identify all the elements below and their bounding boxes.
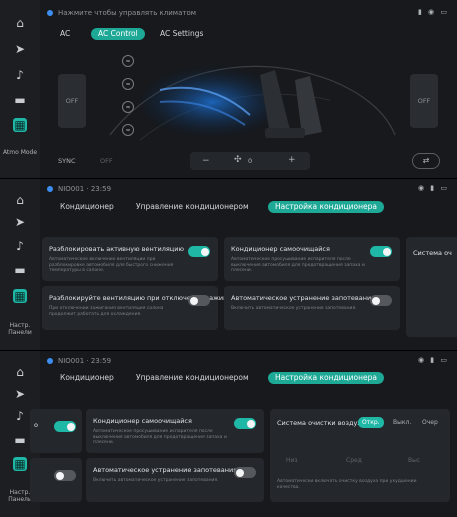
music-icon[interactable]: ♪ [13, 239, 27, 253]
airflow-button[interactable]: ≈ [122, 101, 134, 113]
setting-self-cleaning: Кондиционер самоочищайся Автоматическое … [224, 237, 400, 281]
ignition-off-ventilation-toggle[interactable] [188, 295, 210, 306]
left-temperature[interactable]: OFF [58, 74, 86, 128]
tab-ac-control[interactable]: Управление кондиционером [136, 372, 249, 384]
status-dot [47, 186, 53, 192]
music-icon[interactable]: ♪ [13, 68, 27, 82]
unlock-ventilation-toggle[interactable] [188, 246, 210, 257]
navigation-icon[interactable]: ➤ [13, 387, 27, 401]
fan-increase-button[interactable]: + [288, 155, 296, 165]
setting-title: Кондиционер самоочищайся [93, 417, 192, 425]
navigation-icon[interactable]: ➤ [13, 42, 27, 56]
setting-air-purification: Система очистки воздуха Откр. Выкл. Очер… [270, 409, 450, 502]
purify-level-medium[interactable]: Сред [342, 455, 366, 466]
setting-auto-defog: Автоматическое устранение запотевания Вк… [224, 286, 400, 330]
purify-level-low[interactable]: Низ [282, 455, 302, 466]
auto-defog-toggle[interactable] [234, 467, 256, 478]
tab-ac-control[interactable]: Управление кондиционером [136, 201, 249, 213]
purify-level-high[interactable]: Выс [404, 455, 424, 466]
setting-title: o [34, 421, 38, 429]
fan-icon: ✣ [234, 155, 242, 165]
apps-icon[interactable]: ▦ [13, 118, 27, 132]
setting-title: Автоматическое устранение запотевания [231, 294, 376, 302]
sidebar: ⌂ ➤ ♪ ▬ ▦ Настр. Панели [0, 179, 40, 350]
setting-description: Автоматическое просушивание испарителя п… [93, 429, 227, 445]
status-icons: ◉ ▮ ▭ [417, 184, 449, 192]
setting-description: При отключении зажигания вентиляция сало… [49, 306, 164, 317]
setting-air-purification: Система оч [406, 237, 457, 337]
setting-description: Автоматическое включение вентиляции при … [49, 257, 174, 273]
navigation-icon[interactable]: ➤ [13, 215, 27, 229]
ignition-off-ventilation-toggle[interactable] [54, 470, 76, 481]
tab-ac[interactable]: Кондиционер [60, 201, 114, 213]
power-off-button[interactable]: OFF [100, 157, 113, 165]
tab-ac[interactable]: AC [60, 28, 70, 40]
fan-speed-value: 0 [248, 157, 253, 165]
home-icon[interactable]: ⌂ [13, 193, 27, 207]
setting-ignition-off-partial [30, 458, 82, 502]
music-icon[interactable]: ♪ [13, 409, 27, 423]
home-icon[interactable]: ⌂ [13, 16, 27, 30]
self-cleaning-toggle[interactable] [370, 246, 392, 257]
setting-description: Автоматически включать очистку воздуха п… [277, 479, 417, 490]
sync-button[interactable]: SYNC [58, 157, 76, 165]
status-dot [47, 10, 53, 16]
setting-unlock-ventilation: Разблокировать активную вентиляцию Автом… [42, 237, 218, 281]
status-title[interactable]: Нажмите чтобы управлять климатом [58, 9, 196, 17]
setting-description: Включить автоматическое устранение запот… [231, 306, 357, 311]
setting-unlock-ventilation-partial: o [30, 409, 82, 453]
setting-description: Включить автоматическое устранение запот… [93, 478, 219, 483]
status-title: NIO001 · 23:59 [58, 357, 112, 365]
ac-settings-screen: ⌂ ➤ ♪ ▬ ▦ Настр. Панели NIO001 · 23:59 ◉… [0, 179, 457, 350]
setting-auto-defog: Автоматическое устранение запотевания Вк… [86, 458, 264, 502]
sidebar: ⌂ ➤ ♪ ▬ ▦ Atmo Mode [0, 0, 40, 178]
apps-icon[interactable]: ▦ [13, 289, 27, 303]
tab-ac[interactable]: Кондиционер [60, 372, 114, 384]
setting-title: Разблокировать активную вентиляцию [49, 245, 184, 253]
seat-heat-button[interactable]: ≈ [122, 55, 134, 67]
car-icon[interactable]: ▬ [13, 263, 27, 277]
tab-ac-settings[interactable]: AC Settings [160, 28, 203, 40]
defrost-button[interactable]: ≈ [122, 124, 134, 136]
setting-title: Автоматическое устранение запотевания [93, 466, 238, 474]
sidebar-label: Atmo Mode [2, 149, 38, 156]
fan-decrease-button[interactable]: − [202, 156, 210, 166]
setting-self-cleaning: Кондиционер самоочищайся Автоматическое … [86, 409, 264, 453]
status-icons: ◉ ▮ ▭ [417, 356, 449, 364]
self-cleaning-toggle[interactable] [234, 418, 256, 429]
car-interior-illustration [109, 64, 396, 141]
car-icon[interactable]: ▬ [13, 433, 27, 447]
purify-option-on[interactable]: Откр. [358, 417, 384, 428]
setting-ignition-off-ventilation: Разблокируйте вентиляцию при отключении … [42, 286, 229, 330]
home-icon[interactable]: ⌂ [13, 365, 27, 379]
apps-icon[interactable]: ▦ [13, 457, 27, 471]
seat-ventilation-button[interactable]: ≈ [122, 78, 134, 90]
setting-description: Автоматическое просушивание испарителя п… [231, 257, 365, 273]
car-icon[interactable]: ▬ [13, 93, 27, 107]
right-temperature[interactable]: OFF [410, 74, 438, 128]
recirculation-icon[interactable]: ⇄ [412, 153, 440, 169]
status-dot [47, 358, 53, 364]
auto-defog-toggle[interactable] [370, 295, 392, 306]
setting-title: Система очистки воздуха [277, 419, 366, 427]
ac-control-screen: ⌂ ➤ ♪ ▬ ▦ Atmo Mode Нажмите чтобы управл… [0, 0, 457, 178]
unlock-ventilation-toggle[interactable] [54, 421, 76, 432]
sidebar-label: Настр. Панели [8, 322, 32, 336]
purify-option-clean[interactable]: Очер [418, 417, 442, 428]
tab-ac-settings[interactable]: Настройка кондиционера [268, 201, 384, 213]
tab-ac-control[interactable]: AC Control [91, 28, 145, 40]
purify-option-off[interactable]: Выкл. [389, 417, 415, 428]
tab-ac-settings[interactable]: Настройка кондиционера [268, 372, 384, 384]
fan-speed-control: − ✣ 0 + [190, 152, 310, 170]
status-title: NIO001 · 23:59 [58, 185, 112, 193]
status-icons: ▮ ◉ ▭ [417, 8, 449, 16]
setting-title: Кондиционер самоочищайся [231, 245, 330, 253]
left-temperature-value: OFF [65, 97, 79, 105]
right-temperature-value: OFF [417, 97, 431, 105]
ac-settings-screen-scrolled: ⌂ ➤ ♪ ▬ ▦ Настр. Панели NIO001 · 23:59 ◉… [0, 351, 457, 517]
setting-title: Система оч [413, 249, 452, 257]
